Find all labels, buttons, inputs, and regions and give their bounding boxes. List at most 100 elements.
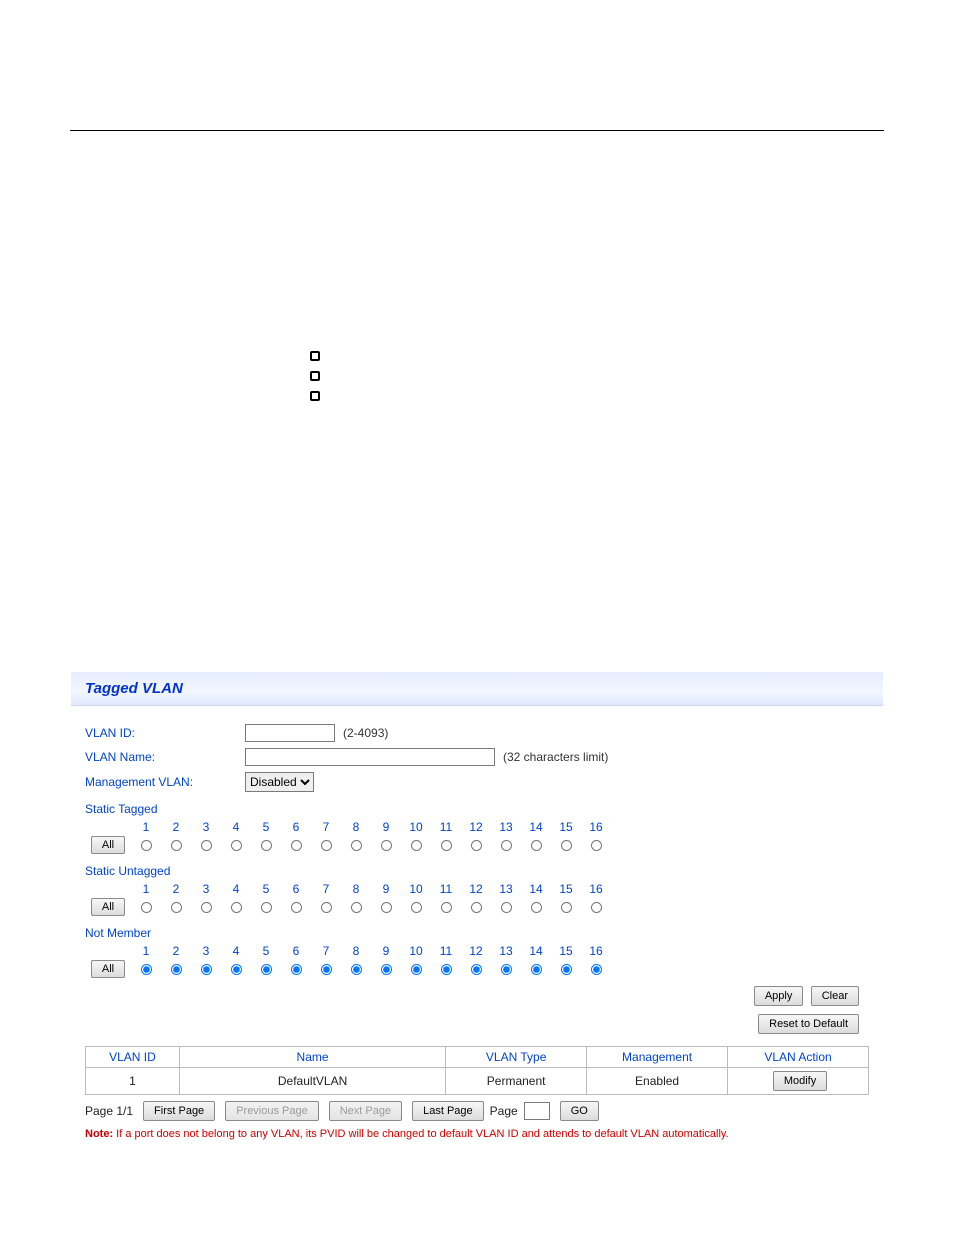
port-radio-11[interactable] [441, 902, 452, 913]
port-header: 11 [431, 942, 461, 960]
last-page-button[interactable]: Last Page [412, 1101, 484, 1121]
col-vlan-id: VLAN ID [86, 1047, 180, 1068]
port-radio-6[interactable] [291, 902, 302, 913]
vlan-id-input[interactable] [245, 724, 335, 742]
port-radio-10[interactable] [411, 902, 422, 913]
port-header: 9 [371, 880, 401, 898]
panel-header: Tagged VLAN [71, 672, 883, 706]
port-radio-16[interactable] [591, 902, 602, 913]
page-input[interactable] [524, 1102, 550, 1120]
port-header: 4 [221, 818, 251, 836]
port-radio-3[interactable] [201, 964, 212, 975]
square-bullet-icon [310, 391, 320, 401]
port-radio-4[interactable] [231, 902, 242, 913]
port-header: 3 [191, 818, 221, 836]
col-vlan-action: VLAN Action [728, 1047, 869, 1068]
port-radio-3[interactable] [201, 840, 212, 851]
clear-button[interactable]: Clear [811, 986, 859, 1006]
port-radio-1[interactable] [141, 902, 152, 913]
vlan-id-label: VLAN ID: [85, 726, 245, 740]
port-radio-8[interactable] [351, 964, 362, 975]
port-radio-7[interactable] [321, 902, 332, 913]
next-page-button[interactable]: Next Page [329, 1101, 402, 1121]
port-header: 10 [401, 880, 431, 898]
port-radio-5[interactable] [261, 840, 272, 851]
panel-title: Tagged VLAN [85, 680, 869, 697]
port-header: 12 [461, 818, 491, 836]
cell-vlan-type: Permanent [446, 1068, 587, 1095]
port-radio-2[interactable] [171, 964, 182, 975]
port-radio-13[interactable] [501, 964, 512, 975]
tagged-vlan-panel: Tagged VLAN VLAN ID: (2-4093) VLAN Name:… [70, 671, 884, 1150]
port-radio-6[interactable] [291, 964, 302, 975]
port-radio-15[interactable] [561, 964, 572, 975]
pager: Page 1/1 First Page Previous Page Next P… [85, 1101, 869, 1121]
vlan-id-hint: (2-4093) [343, 726, 388, 740]
all-button[interactable]: All [91, 836, 125, 854]
port-header: 1 [131, 818, 161, 836]
port-header: 6 [281, 942, 311, 960]
port-radio-7[interactable] [321, 840, 332, 851]
port-radio-2[interactable] [171, 840, 182, 851]
mgmt-vlan-label: Management VLAN: [85, 775, 245, 789]
port-radio-5[interactable] [261, 964, 272, 975]
port-header: 10 [401, 942, 431, 960]
all-button[interactable]: All [91, 960, 125, 978]
port-radio-7[interactable] [321, 964, 332, 975]
port-radio-14[interactable] [531, 964, 542, 975]
col-name: Name [179, 1047, 445, 1068]
vlan-name-input[interactable] [245, 748, 495, 766]
go-button[interactable]: GO [560, 1101, 599, 1121]
all-button[interactable]: All [91, 898, 125, 916]
port-radio-8[interactable] [351, 902, 362, 913]
port-radio-4[interactable] [231, 840, 242, 851]
port-radio-13[interactable] [501, 902, 512, 913]
port-header: 14 [521, 880, 551, 898]
port-header: 7 [311, 942, 341, 960]
port-radio-6[interactable] [291, 840, 302, 851]
port-header: 4 [221, 880, 251, 898]
port-radio-8[interactable] [351, 840, 362, 851]
port-radio-12[interactable] [471, 840, 482, 851]
port-radio-15[interactable] [561, 840, 572, 851]
previous-page-button[interactable]: Previous Page [225, 1101, 319, 1121]
port-radio-2[interactable] [171, 902, 182, 913]
port-header: 12 [461, 880, 491, 898]
port-radio-9[interactable] [381, 902, 392, 913]
port-radio-10[interactable] [411, 964, 422, 975]
port-radio-14[interactable] [531, 840, 542, 851]
modify-button[interactable]: Modify [773, 1071, 827, 1091]
port-header: 11 [431, 880, 461, 898]
port-radio-13[interactable] [501, 840, 512, 851]
first-page-button[interactable]: First Page [143, 1101, 215, 1121]
port-radio-1[interactable] [141, 964, 152, 975]
port-header: 6 [281, 880, 311, 898]
port-radio-9[interactable] [381, 964, 392, 975]
port-radio-16[interactable] [591, 840, 602, 851]
port-radio-16[interactable] [591, 964, 602, 975]
apply-button[interactable]: Apply [754, 986, 804, 1006]
mgmt-vlan-select[interactable]: Disabled [245, 772, 314, 792]
port-radio-11[interactable] [441, 964, 452, 975]
reset-to-default-button[interactable]: Reset to Default [758, 1014, 859, 1034]
port-header: 3 [191, 880, 221, 898]
port-radio-1[interactable] [141, 840, 152, 851]
port-radio-4[interactable] [231, 964, 242, 975]
port-radio-12[interactable] [471, 902, 482, 913]
port-header: 5 [251, 942, 281, 960]
port-radio-3[interactable] [201, 902, 212, 913]
port-radio-5[interactable] [261, 902, 272, 913]
port-header: 14 [521, 818, 551, 836]
port-header: 13 [491, 942, 521, 960]
table-row: 1 DefaultVLAN Permanent Enabled Modify [86, 1068, 869, 1095]
port-radio-11[interactable] [441, 840, 452, 851]
port-header: 6 [281, 818, 311, 836]
port-radio-9[interactable] [381, 840, 392, 851]
port-radio-15[interactable] [561, 902, 572, 913]
port-radio-14[interactable] [531, 902, 542, 913]
port-radio-10[interactable] [411, 840, 422, 851]
cell-management: Enabled [587, 1068, 728, 1095]
port-radio-12[interactable] [471, 964, 482, 975]
port-header: 12 [461, 942, 491, 960]
square-bullet-icon [310, 351, 320, 361]
